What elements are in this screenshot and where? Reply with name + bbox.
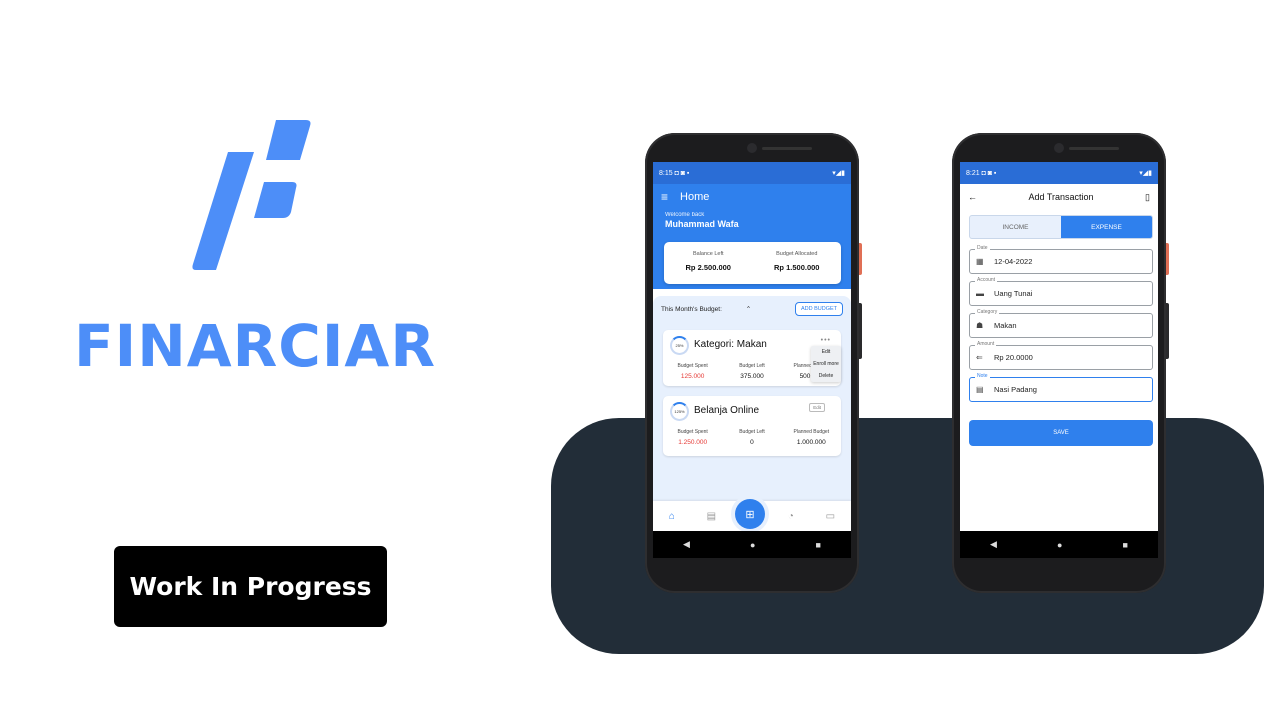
more-options-icon[interactable]: ••• [821,337,831,344]
page-title: Home [680,191,710,203]
menu-item-enroll[interactable]: Enroll more [811,358,841,370]
budget-card[interactable]: 125% Belanja Online Edit Budget Spent 1.2… [663,396,841,456]
home-icon[interactable]: ⌂ [669,511,675,522]
bookmark-icon[interactable]: ▯ [1145,192,1150,203]
tab-expense[interactable]: EXPENSE [1061,216,1152,238]
save-button[interactable]: SAVE [969,420,1153,446]
field-label: Amount [975,341,997,347]
budget-allocated-value: Rp 1.500.000 [774,263,820,272]
menu-icon[interactable]: ≡ [661,190,668,204]
context-menu: Edit Enroll more Delete [811,346,841,382]
report-icon[interactable]: ▤ [707,511,716,522]
work-in-progress-badge: Work In Progress [114,546,387,627]
calendar-icon: ▦ [976,257,984,266]
welcome-text: Welcome back [665,212,705,218]
phone-add-transaction: 8:21 ◘ ◙ ▪ ▾◢▮ ← Add Transaction ▯ INCOM… [952,133,1169,593]
budget-card-title: Belanja Online [694,405,760,416]
back-icon[interactable]: ◀ [990,539,997,550]
progress-ring: 25% [670,336,689,355]
add-transaction-top-bar: ← Add Transaction ▯ [960,184,1158,210]
system-nav-bar: ◀ ● ■ [653,531,851,558]
brand-name: FINARCIAR [74,312,436,380]
add-transaction-screen: 8:21 ◘ ◙ ▪ ▾◢▮ ← Add Transaction ▯ INCOM… [960,162,1158,558]
account-field[interactable]: Account ▬ Uang Tunai [969,277,1153,306]
budget-section: This Month's Budget: ⌃ ADD BUDGET 25% Ka… [653,296,851,531]
user-name: Muhammad Wafa [665,219,739,229]
balance-card: Balance Left Rp 2.500.000 Budget Allocat… [664,242,841,284]
field-label: Note [975,373,990,379]
budget-allocated-label: Budget Allocated [776,251,818,257]
note-field[interactable]: Note ▤ Nasi Padang [969,373,1153,402]
edit-button[interactable]: Edit [809,403,825,412]
recents-icon[interactable]: ■ [1123,540,1128,550]
brand-f-icon [192,120,311,270]
status-bar: 8:15 ◘ ◙ ▪ ▾◢▮ [653,162,851,184]
stat-value: 0 [750,439,754,446]
home-app-bar: ≡ Home [653,184,851,210]
status-bar: 8:21 ◘ ◙ ▪ ▾◢▮ [960,162,1158,184]
transaction-type-toggle: INCOME EXPENSE [969,215,1153,239]
home-screen: 8:15 ◘ ◙ ▪ ▾◢▮ ≡ Home Welcome back Muham… [653,162,851,558]
field-value: 12-04-2022 [994,257,1033,266]
back-icon[interactable]: ◀ [683,539,690,550]
home-circle-icon[interactable]: ● [1057,540,1062,550]
budget-card[interactable]: 25% Kategori: Makan ••• Budget Spent 125.… [663,330,841,386]
stat-label: Planned Budget [793,429,830,435]
card-icon: ▬ [976,289,984,298]
field-label: Date [975,245,990,251]
phone-home: 8:15 ◘ ◙ ▪ ▾◢▮ ≡ Home Welcome back Muham… [645,133,862,593]
date-field[interactable]: Date ▦ 12-04-2022 [969,245,1153,274]
stat-label: Budget Spent [677,429,708,435]
budget-card-title: Kategori: Makan [694,339,767,350]
menu-item-edit[interactable]: Edit [811,346,841,358]
progress-ring: 125% [670,402,689,421]
note-icon: ▤ [976,385,984,394]
add-transaction-fab[interactable]: ⊞ [735,499,765,529]
back-arrow-icon[interactable]: ← [968,192,977,202]
category-field[interactable]: Category ☗ Makan [969,309,1153,338]
stat-value: 1.000.000 [796,439,826,446]
balance-left-value: Rp 2.500.000 [685,263,731,272]
chart-icon[interactable]: ◔ [788,511,794,522]
add-budget-button[interactable]: ADD BUDGET [794,302,843,316]
chevron-up-icon[interactable]: ⌃ [746,306,751,313]
stat-value: 375.000 [740,373,764,380]
recents-icon[interactable]: ■ [816,540,821,550]
field-value: Nasi Padang [994,385,1037,394]
stat-value: 125.000 [680,373,705,380]
field-label: Account [975,277,998,283]
field-value: Rp 20.0000 [994,353,1033,362]
field-value: Uang Tunai [994,289,1033,298]
field-value: Makan [994,321,1017,330]
budget-section-title: This Month's Budget [661,306,721,313]
wallet-icon[interactable]: ▭ [826,511,835,522]
page-title: Add Transaction [1028,192,1094,202]
menu-item-delete[interactable]: Delete [811,370,841,382]
amount-field[interactable]: Amount ⇐ Rp 20.0000 [969,341,1153,370]
balance-left-label: Balance Left [692,251,724,257]
tab-income[interactable]: INCOME [970,216,1061,238]
system-nav-bar: ◀ ● ■ [960,531,1158,558]
stat-label: Budget Left [739,363,765,369]
stat-value: 1.250.000 [678,439,708,446]
field-label: Category [975,309,1000,315]
category-icon: ☗ [976,321,984,330]
home-circle-icon[interactable]: ● [750,540,755,550]
stat-label: Budget Spent [677,363,708,369]
stat-label: Budget Left [739,429,765,435]
money-icon: ⇐ [976,353,983,362]
